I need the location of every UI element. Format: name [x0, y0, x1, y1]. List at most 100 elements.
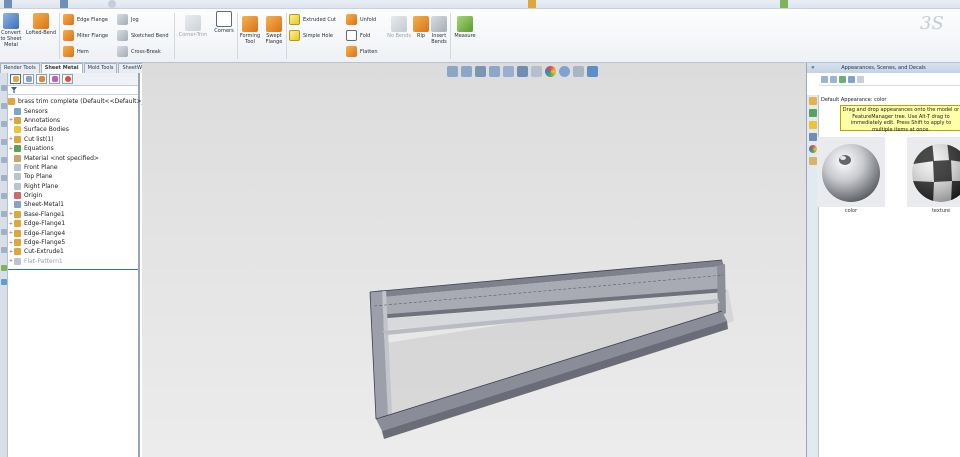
tool-icon[interactable] [1, 193, 7, 199]
arrow-icon[interactable] [4, 0, 12, 8]
feature-filter[interactable] [8, 86, 138, 95]
dimxpert-icon [51, 76, 58, 82]
tree-item-label: Material <not specified> [24, 154, 99, 162]
dimxpert-tab[interactable] [49, 74, 60, 84]
forming-tool-label: Forming Tool [239, 33, 261, 45]
tree-item[interactable]: + Edge-Flange4 [8, 228, 138, 237]
tool-icon[interactable] [1, 211, 7, 217]
tool-icon[interactable] [1, 157, 7, 163]
feature-manager-tab[interactable] [10, 74, 21, 84]
jog-label: Jog [131, 16, 139, 23]
fold-button[interactable]: Fold [346, 30, 370, 41]
measure-button[interactable]: Measure [452, 16, 478, 39]
appearances-icon[interactable] [809, 145, 817, 153]
graphics-area[interactable] [142, 63, 806, 457]
forward-icon[interactable] [830, 76, 837, 83]
tree-item[interactable]: Front Plane [8, 163, 138, 172]
no-bends-button[interactable]: No Bends [386, 16, 412, 39]
resources-icon[interactable] [809, 109, 817, 117]
tool-icon[interactable] [1, 229, 7, 235]
tree-root-label: brass trim complete (Default<<Default>_D [18, 98, 150, 106]
tool-icon[interactable] [780, 0, 788, 8]
tool-icon[interactable] [1, 103, 7, 109]
solidworks-window: Convert to Sheet Metal Lofted-Bend Edge … [0, 0, 960, 457]
tool-icon[interactable] [528, 0, 536, 8]
task-pane-title: Appearances, Scenes, and Decals [841, 65, 926, 71]
cross-break-label: Cross-Break [131, 48, 161, 55]
tree-item[interactable]: + Cut-Extrude1 [8, 247, 138, 256]
insert-bends-button[interactable]: Insert Bends [429, 16, 449, 45]
measure-label: Measure [454, 33, 476, 39]
appearance-swatch-color[interactable] [817, 137, 885, 207]
tool-icon[interactable] [1, 247, 7, 253]
file-explorer-icon[interactable] [809, 133, 817, 141]
jog-button[interactable]: Jog [117, 14, 139, 25]
configuration-manager-tab[interactable] [36, 74, 47, 84]
tree-item[interactable]: + Cut list(1) [8, 135, 138, 144]
back-icon[interactable] [821, 76, 828, 83]
tree-item[interactable]: Right Plane [8, 182, 138, 191]
tree-item[interactable]: Origin [8, 191, 138, 200]
cut-extrude-icon [14, 248, 21, 256]
tree-item[interactable]: Top Plane [8, 172, 138, 181]
sensors-icon [14, 107, 21, 115]
tool-icon[interactable] [60, 0, 68, 8]
refresh-icon[interactable] [848, 76, 855, 83]
swept-flange-button[interactable]: Swept Flange [263, 16, 285, 45]
tool-icon[interactable] [1, 85, 7, 91]
tab-mold-tools[interactable]: Mold Tools [83, 63, 118, 73]
display-manager-tab[interactable] [62, 74, 73, 84]
unfold-button[interactable]: Unfold [346, 14, 376, 25]
circle-icon[interactable] [108, 0, 116, 8]
tree-item[interactable]: Surface Bodies [8, 125, 138, 134]
tree-item[interactable]: + Flat-Pattern1 [8, 257, 138, 266]
rip-label: Rip [416, 33, 426, 39]
add-folder-icon[interactable] [839, 76, 846, 83]
tool-icon[interactable] [1, 121, 7, 127]
tree-item[interactable]: + Edge-Flange5 [8, 238, 138, 247]
plane-icon [14, 173, 21, 181]
sketched-bend-button[interactable]: Sketched Bend [117, 30, 169, 41]
corner-trim-button[interactable]: Corner-Trim [177, 15, 209, 38]
rollback-bar[interactable] [8, 269, 138, 270]
tree-item[interactable]: Material <not specified> [8, 153, 138, 162]
tree-item[interactable]: + Edge-Flange1 [8, 219, 138, 228]
home-icon[interactable] [809, 97, 817, 105]
tab-render-tools[interactable]: Render Tools [0, 63, 40, 73]
up-icon[interactable] [857, 76, 864, 83]
tree-item[interactable]: + Equations [8, 144, 138, 153]
collapse-pane-icon[interactable]: « [811, 64, 815, 71]
custom-properties-icon[interactable] [809, 157, 817, 165]
tool-icon[interactable] [1, 175, 7, 181]
part-icon [8, 98, 15, 106]
flat-pattern-icon [14, 257, 21, 265]
tree-item[interactable]: Sheet-Metal1 [8, 200, 138, 209]
tool-icon[interactable] [1, 139, 7, 145]
tree-item[interactable]: + Annotations [8, 116, 138, 125]
flatten-button[interactable]: Flatten [346, 46, 378, 57]
ribbon-separator [450, 13, 451, 59]
extruded-cut-button[interactable]: Extruded Cut [289, 14, 336, 25]
tree-root[interactable]: brass trim complete (Default<<Default>_D [8, 97, 149, 106]
tool-icon[interactable] [1, 279, 7, 285]
hem-button[interactable]: Hem [63, 46, 89, 57]
tab-sheet-metal[interactable]: Sheet Metal [40, 63, 83, 73]
property-manager-tab[interactable] [23, 74, 34, 84]
forming-tool-button[interactable]: Forming Tool [239, 16, 261, 45]
miter-flange-button[interactable]: Miter Flange [63, 30, 108, 41]
tree-item[interactable]: + Base-Flange1 [8, 210, 138, 219]
appearance-swatch-texture[interactable] [907, 137, 960, 207]
extruded-cut-label: Extruded Cut [303, 16, 336, 23]
corner-trim-icon [185, 15, 201, 31]
tool-icon[interactable] [1, 265, 7, 271]
lofted-bend-button[interactable]: Lofted-Bend [24, 13, 58, 36]
rip-button[interactable]: Rip [413, 16, 429, 39]
tree-item[interactable]: Sensors [8, 106, 138, 115]
corners-button[interactable]: Corners [212, 11, 236, 34]
dassault-logo-text: 3S [920, 13, 944, 34]
edge-flange-button[interactable]: Edge Flange [63, 14, 108, 25]
cross-break-button[interactable]: Cross-Break [117, 46, 161, 57]
convert-to-sheet-metal-button[interactable]: Convert to Sheet Metal [0, 13, 22, 48]
simple-hole-button[interactable]: Simple Hole [289, 30, 333, 41]
design-library-icon[interactable] [809, 121, 817, 129]
